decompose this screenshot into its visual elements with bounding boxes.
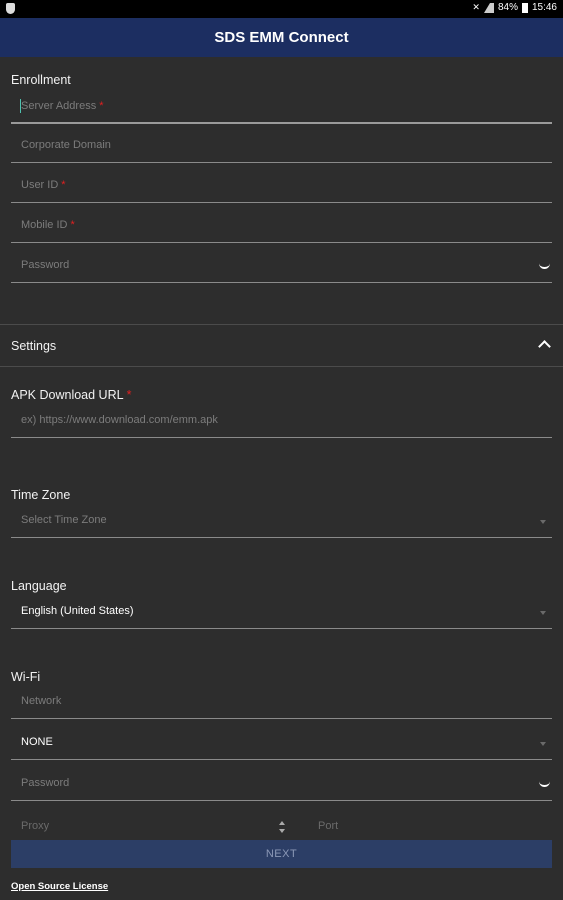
password-visibility-icon[interactable]	[539, 781, 550, 787]
time-zone-label: Time Zone	[11, 488, 71, 502]
apk-url-label: APK Download URL *	[11, 388, 131, 402]
network-placeholder: Network	[21, 695, 62, 707]
app-title: SDS EMM Connect	[214, 29, 349, 46]
enrollment-title: Enrollment	[11, 73, 71, 87]
port-placeholder[interactable]: Port	[318, 820, 338, 832]
required-marker: *	[61, 179, 66, 191]
wifi-network-field[interactable]: Network	[11, 689, 552, 719]
server-address-field[interactable]: Server Address *	[11, 94, 552, 124]
status-bar-right: ✕ 84% 15:46	[472, 2, 557, 13]
password-visibility-icon[interactable]	[539, 263, 550, 269]
user-id-field[interactable]: User ID *	[11, 173, 552, 203]
server-address-placeholder-text: Server Address	[21, 100, 97, 112]
mobile-id-field[interactable]: Mobile ID *	[11, 213, 552, 243]
wifi-password-field[interactable]: Password	[11, 771, 552, 801]
wifi-label: Wi-Fi	[11, 670, 41, 684]
security-value: NONE	[21, 736, 53, 748]
apk-url-placeholder: ex) https://www.download.com/emm.apk	[21, 414, 218, 426]
server-address-placeholder: Server Address *	[21, 100, 103, 112]
settings-title: Settings	[11, 339, 57, 353]
mute-icon: ✕	[472, 2, 480, 12]
next-button-label: NEXT	[265, 848, 298, 860]
chevron-up-icon[interactable]	[538, 340, 551, 353]
language-value: English (United States)	[21, 605, 134, 617]
apk-url-field[interactable]: ex) https://www.download.com/emm.apk	[11, 408, 552, 438]
signal-icon	[483, 2, 494, 13]
open-source-license-link[interactable]: Open Source License	[11, 881, 108, 892]
time-zone-placeholder: Select Time Zone	[21, 514, 107, 526]
user-id-placeholder: User ID *	[21, 179, 66, 191]
apk-url-label-text: APK Download URL	[11, 388, 124, 402]
shield-icon	[6, 3, 15, 14]
divider	[0, 366, 563, 367]
proxy-row: Proxy Port	[11, 818, 552, 840]
enrollment-password-field[interactable]: Password	[11, 253, 552, 283]
user-id-placeholder-text: User ID	[21, 179, 59, 191]
clock: 15:46	[531, 2, 557, 13]
dropdown-arrow-icon	[540, 611, 546, 615]
password-placeholder: Password	[21, 259, 70, 271]
corporate-domain-field[interactable]: Corporate Domain	[11, 133, 552, 163]
wifi-security-select[interactable]: NONE	[11, 730, 552, 760]
corporate-domain-placeholder: Corporate Domain	[21, 139, 111, 151]
mobile-id-placeholder: Mobile ID *	[21, 219, 75, 231]
dropdown-arrow-icon	[540, 742, 546, 746]
dropdown-arrow-icon	[540, 520, 546, 524]
battery-percent: 84%	[497, 2, 518, 13]
time-zone-select[interactable]: Select Time Zone	[11, 508, 552, 538]
proxy-placeholder[interactable]: Proxy	[21, 820, 49, 832]
required-marker: *	[70, 219, 75, 231]
required-marker: *	[126, 388, 132, 402]
battery-icon	[521, 2, 528, 13]
status-bar: ✕ 84% 15:46	[0, 0, 563, 18]
language-select[interactable]: English (United States)	[11, 599, 552, 629]
required-marker: *	[99, 100, 104, 112]
wifi-password-placeholder: Password	[21, 777, 70, 789]
language-label: Language	[11, 579, 67, 593]
settings-header[interactable]: Settings	[0, 325, 563, 366]
next-button[interactable]: NEXT	[11, 840, 552, 868]
mobile-id-placeholder-text: Mobile ID	[21, 219, 68, 231]
app-bar: SDS EMM Connect	[0, 18, 563, 57]
proxy-stepper-icon[interactable]	[279, 821, 285, 833]
